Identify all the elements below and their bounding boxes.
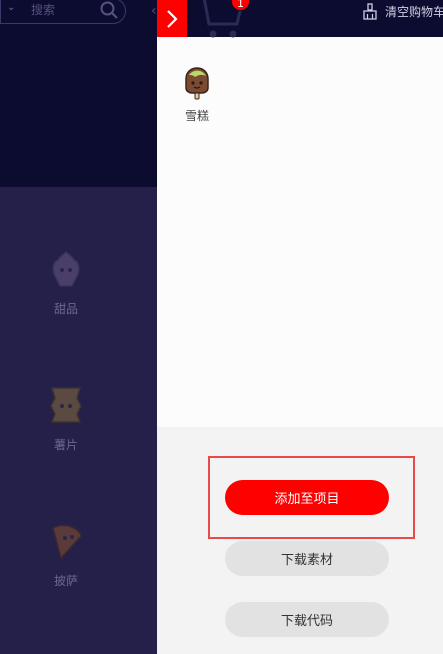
search-input: 搜索 (31, 3, 56, 17)
clear-cart-label: 清空购物车 (385, 4, 443, 19)
cart-drawer-footer: 添加至项目 下载素材 下载代码 (157, 427, 443, 654)
ice-cream-icon (185, 67, 209, 100)
sweets-icon (52, 250, 80, 287)
chevron-left-icon: ‹ (151, 3, 157, 19)
category-item-sweets: 甜品 (30, 250, 102, 317)
collapse-drawer-button[interactable] (157, 0, 187, 37)
broom-icon (363, 2, 377, 20)
chips-icon (50, 387, 82, 423)
cart-item-label: 雪糕 (184, 109, 209, 123)
cart-drawer-header: 1 清空购物车 (157, 0, 443, 38)
category-item-chips: 薯片 (30, 386, 102, 453)
pizza-icon (52, 524, 82, 560)
add-to-project-button[interactable]: 添加至项目 (225, 480, 389, 515)
download-code-button[interactable]: 下载代码 (225, 602, 389, 637)
download-assets-button[interactable]: 下载素材 (225, 541, 389, 576)
category-label: 薯片 (53, 438, 78, 452)
search-bar: ⌄ 搜索 (0, 0, 126, 24)
category-item-pizza: 披萨 (30, 522, 102, 589)
category-label: 披萨 (53, 574, 78, 588)
search-icon (100, 1, 118, 19)
chevron-down-icon: ⌄ (7, 2, 16, 13)
clear-cart-button[interactable]: 清空购物车 (362, 0, 443, 22)
category-label: 甜品 (53, 302, 78, 316)
chevron-right-icon (167, 9, 178, 28)
cart-drawer: 1 清空购物车 雪糕 添加至项目 下载素材 下载代码 (157, 0, 443, 654)
cart-item[interactable]: 雪糕 (177, 66, 217, 124)
